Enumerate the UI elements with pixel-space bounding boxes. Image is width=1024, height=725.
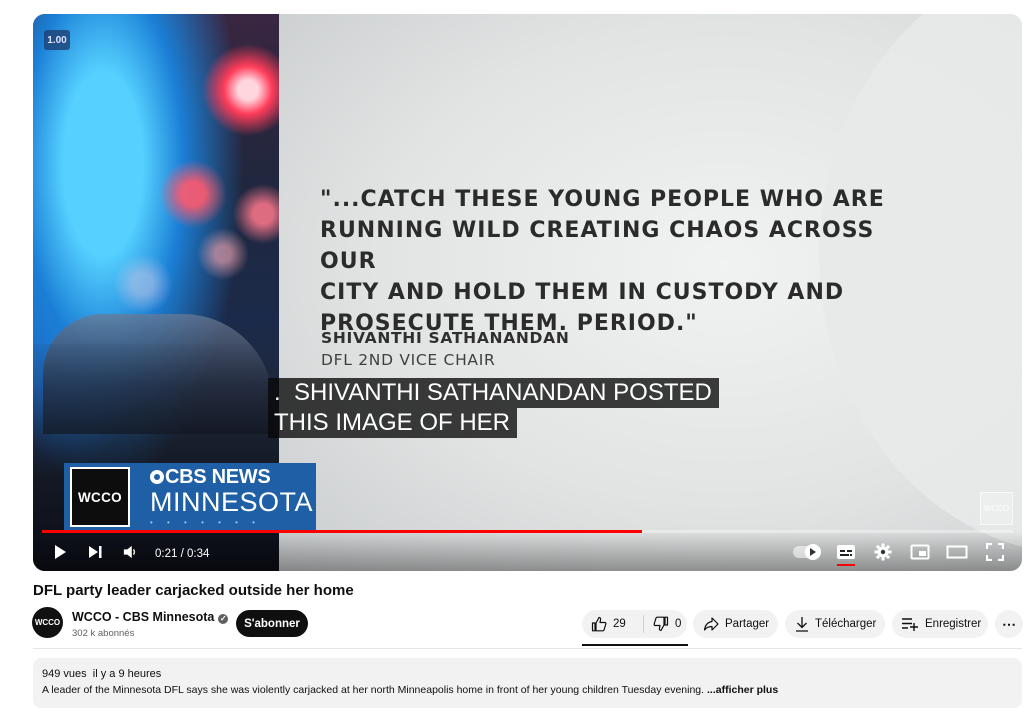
like-dislike-group: 29 0 bbox=[582, 610, 687, 638]
time-current: 0:21 bbox=[155, 548, 178, 560]
save-playlist-icon bbox=[902, 618, 918, 631]
download-icon bbox=[796, 617, 808, 632]
speaker-title: DFL 2ND VICE CHAIR bbox=[321, 351, 496, 369]
upload-date: il y a 9 heures bbox=[92, 668, 162, 680]
show-more-link[interactable]: ...afficher plus bbox=[707, 684, 778, 696]
share-button[interactable]: Partager bbox=[693, 610, 778, 638]
video-player[interactable]: "...CATCH THESE YOUNG PEOPLE WHO ARE RUN… bbox=[33, 14, 1022, 571]
autoplay-toggle[interactable] bbox=[793, 544, 821, 560]
description-box[interactable]: 949 vues il y a 9 heures A leader of the… bbox=[33, 658, 1022, 708]
play-button[interactable] bbox=[49, 541, 71, 563]
subscribe-button[interactable]: S'abonner bbox=[236, 610, 308, 637]
caption-line-1: . SHIVANTHI SATHANANDAN POSTED bbox=[268, 378, 719, 408]
subtitles-button[interactable] bbox=[835, 541, 857, 563]
play-icon bbox=[55, 545, 66, 559]
logo-dots: • • • • • • • bbox=[150, 518, 261, 527]
time-display: 0:21 / 0:34 bbox=[155, 548, 210, 560]
speaker-name: SHIVANTHI SATHANANDAN bbox=[321, 329, 570, 347]
cbs-eye-icon bbox=[150, 470, 164, 484]
minnesota-label: MINNESOTA bbox=[150, 487, 314, 517]
volume-icon bbox=[123, 545, 136, 559]
channel-name[interactable]: WCCO - CBS Minnesota ✓ bbox=[72, 610, 229, 624]
next-icon bbox=[89, 546, 102, 558]
police-car-shape bbox=[43, 314, 273, 434]
channel-avatar[interactable]: WCCO bbox=[32, 607, 63, 638]
settings-icon bbox=[874, 543, 892, 561]
autoplay-play-icon bbox=[810, 548, 816, 556]
playback-speed-badge: 1.00 bbox=[44, 30, 70, 50]
share-icon bbox=[703, 617, 719, 631]
view-count: 949 vues bbox=[42, 668, 87, 680]
wcco-logo: WCCO bbox=[70, 467, 130, 527]
thumbs-down-icon bbox=[653, 616, 669, 632]
time-total: 0:34 bbox=[186, 548, 210, 560]
subscriber-count: 302 k abonnés bbox=[72, 628, 135, 639]
quote-text: "...CATCH THESE YOUNG PEOPLE WHO ARE RUN… bbox=[320, 187, 885, 336]
more-dots-icon: ⋯ bbox=[1002, 615, 1016, 632]
thumbs-up-icon bbox=[591, 616, 607, 632]
video-meta: 949 vues il y a 9 heures bbox=[42, 668, 161, 680]
dislike-count: 0 bbox=[675, 618, 682, 630]
dislike-button[interactable]: 0 bbox=[644, 610, 681, 638]
settings-button[interactable] bbox=[872, 541, 894, 563]
fullscreen-icon bbox=[986, 543, 1004, 561]
share-label: Partager bbox=[725, 618, 770, 630]
divider bbox=[33, 648, 1022, 649]
theater-mode-button[interactable] bbox=[946, 541, 968, 563]
verified-check-icon: ✓ bbox=[218, 614, 229, 624]
cbs-news-minnesota-logo: WCCO CBS NEWS MINNESOTA • • • • • • • bbox=[64, 463, 316, 531]
fullscreen-button[interactable] bbox=[984, 541, 1006, 563]
channel-watermark[interactable]: WCCO bbox=[980, 492, 1013, 525]
subtitles-active-indicator bbox=[837, 564, 855, 566]
description-text: A leader of the Minnesota DFL says she w… bbox=[42, 684, 707, 696]
channel-name-text[interactable]: WCCO - CBS Minnesota bbox=[72, 610, 214, 624]
like-button[interactable]: 29 bbox=[582, 610, 643, 638]
miniplayer-icon bbox=[910, 544, 930, 560]
save-label: Enregistrer bbox=[925, 618, 982, 630]
subtitles-icon bbox=[837, 545, 855, 559]
player-controls: 0:21 / 0:34 bbox=[33, 531, 1022, 571]
download-label: Télécharger bbox=[815, 618, 877, 630]
theater-icon bbox=[946, 545, 968, 559]
like-count: 29 bbox=[613, 618, 626, 630]
description-text-line: A leader of the Minnesota DFL says she w… bbox=[42, 684, 778, 696]
cbs-news-label: CBS NEWS bbox=[165, 466, 271, 488]
miniplayer-button[interactable] bbox=[909, 541, 931, 563]
like-group-underline bbox=[582, 644, 688, 646]
more-actions-button[interactable]: ⋯ bbox=[995, 610, 1023, 638]
next-button[interactable] bbox=[84, 541, 106, 563]
save-button[interactable]: Enregistrer bbox=[892, 610, 988, 638]
caption-line-2: THIS IMAGE OF HER bbox=[268, 408, 518, 438]
volume-button[interactable] bbox=[119, 541, 141, 563]
download-button[interactable]: Télécharger bbox=[785, 610, 885, 638]
video-frame: "...CATCH THESE YOUNG PEOPLE WHO ARE RUN… bbox=[33, 14, 1022, 571]
video-title: DFL party leader carjacked outside her h… bbox=[33, 582, 354, 599]
